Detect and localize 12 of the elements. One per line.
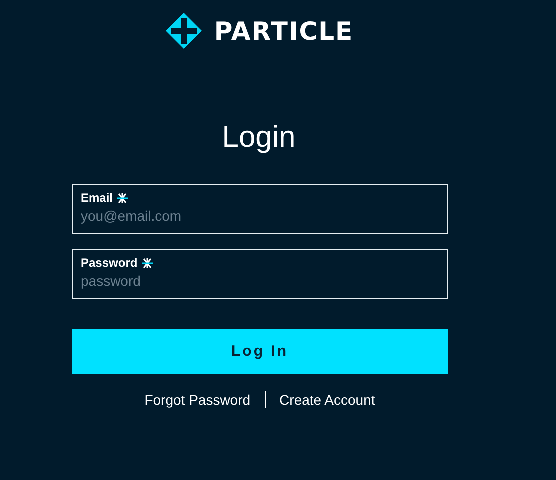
- field-label: Password: [81, 256, 138, 270]
- link[interactable]: Forgot Password: [144, 392, 251, 408]
- input-field[interactable]: Email you@email.com: [72, 184, 448, 234]
- link[interactable]: Create Account: [280, 392, 376, 408]
- field-label: Email: [81, 191, 114, 205]
- page-title: Login: [222, 120, 296, 156]
- input-field[interactable]: Password password: [72, 249, 448, 299]
- text-input[interactable]: you@email.com: [81, 208, 439, 224]
- logo-text: PARTICLE: [214, 16, 354, 46]
- text-input[interactable]: password: [81, 273, 439, 289]
- login-button[interactable]: Log In: [72, 329, 448, 374]
- logo-icon: [166, 13, 202, 49]
